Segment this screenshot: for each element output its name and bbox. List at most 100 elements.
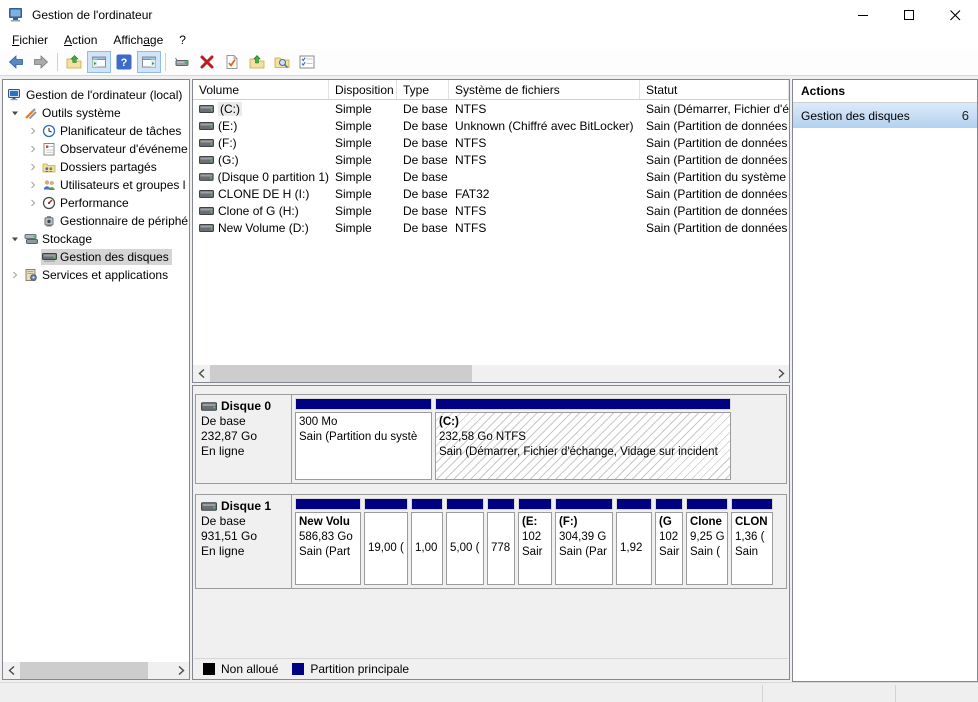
chevron-collapsed-icon[interactable] (25, 123, 41, 139)
tree-item-planificateur-de-taches[interactable]: Planificateur de tâches (3, 122, 189, 140)
volume-row-g[interactable]: (G:) Simple De base NTFS Sain (Partition… (193, 151, 789, 168)
scrollbar-thumb[interactable] (210, 365, 472, 382)
chevron-expanded-icon[interactable] (7, 231, 23, 247)
close-button[interactable] (932, 0, 978, 30)
toolbar-separator (165, 53, 166, 71)
partition-disk1-3[interactable]: 1,00 (411, 498, 443, 585)
partition-disk1-8[interactable]: 1,92 (616, 498, 652, 585)
actions-collapse-glyph[interactable]: 6 (962, 108, 969, 123)
scrollbar-thumb[interactable] (20, 662, 148, 679)
disk-1-name: Disque 1 (221, 499, 271, 514)
tree-item-services-et-applications[interactable]: Services et applications (3, 266, 189, 284)
partition-color-bar (295, 398, 432, 410)
actions-item-gestion-des-disques[interactable]: Gestion des disques 6 (793, 103, 977, 128)
drive-icon (199, 207, 214, 215)
disk-0-status: En ligne (201, 444, 291, 459)
console-tree-panel: Gestion de l'ordinateur (local) Outils s… (2, 79, 190, 680)
tree-item-gestionnaire-de-peripheriques[interactable]: Gestionnaire de périphé (3, 212, 189, 230)
column-header-type[interactable]: Type (397, 80, 449, 99)
menu-fichier[interactable]: Fichier (4, 31, 56, 49)
partition-disk1-f[interactable]: (F:)304,39 GSain (Par (555, 498, 613, 585)
scroll-right-icon[interactable] (172, 662, 189, 679)
partition-disk1-clone-h[interactable]: CLON1,36 (Sain (731, 498, 773, 585)
tree-item-dossiers-partages[interactable]: Dossiers partagés (3, 158, 189, 176)
export-list-icon[interactable] (62, 51, 86, 73)
chevron-collapsed-icon[interactable] (25, 141, 41, 157)
tree-horizontal-scrollbar[interactable] (3, 662, 189, 679)
performance-icon (41, 196, 57, 211)
tree-item-utilisateurs-et-groupes[interactable]: Utilisateurs et groupes l (3, 176, 189, 194)
volume-row-clone-of-g[interactable]: Clone of G (H:) Simple De base NTFS Sain… (193, 202, 789, 219)
volume-row-disque0-partition1[interactable]: (Disque 0 partition 1) Simple De base Sa… (193, 168, 789, 185)
drive-icon (199, 139, 214, 147)
event-viewer-icon (41, 142, 57, 157)
tree-item-computer-management-local[interactable]: Gestion de l'ordinateur (local) (3, 86, 189, 104)
menu-help[interactable]: ? (171, 31, 194, 49)
storage-icon (23, 232, 39, 247)
volume-row-f[interactable]: (F:) Simple De base NTFS Sain (Partition… (193, 134, 789, 151)
disk-0-descriptor[interactable]: Disque 0 De base 232,87 Go En ligne (196, 395, 292, 483)
column-header-systeme-de-fichiers[interactable]: Système de fichiers (449, 80, 640, 99)
up-folder-icon[interactable] (245, 51, 269, 73)
check-document-icon[interactable] (220, 51, 244, 73)
partition-disk0-c[interactable]: (C:) 232,58 Go NTFS Sain (Démarrer, Fich… (435, 398, 731, 480)
toolbar: ? (0, 49, 978, 76)
forward-arrow-icon[interactable] (29, 51, 53, 73)
legend: Non alloué Partition principale (194, 658, 788, 678)
column-header-volume[interactable]: Volume (193, 80, 329, 99)
show-action-pane-icon[interactable] (137, 51, 161, 73)
volume-row-c[interactable]: (C:) Simple De base NTFS Sain (Démarrer,… (193, 100, 789, 117)
tree-item-stockage[interactable]: Stockage (3, 230, 189, 248)
volume-row-e[interactable]: (E:) Simple De base Unknown (Chiffré ave… (193, 117, 789, 134)
services-icon (23, 268, 39, 283)
tree-item-outils-systeme[interactable]: Outils système (3, 104, 189, 122)
volume-row-clone-de-h[interactable]: CLONE DE H (I:) Simple De base FAT32 Sai… (193, 185, 789, 202)
partition-disk1-e[interactable]: (E:102Sair (518, 498, 552, 585)
minimize-button[interactable] (840, 0, 886, 30)
partition-disk1-4[interactable]: 5,00 ( (446, 498, 484, 585)
tree-item-performance[interactable]: Performance (3, 194, 189, 212)
chevron-expanded-icon[interactable] (7, 105, 23, 121)
help-icon[interactable]: ? (112, 51, 136, 73)
partition-disk1-5[interactable]: 778 (487, 498, 515, 585)
partition-disk1-clone[interactable]: Clone9,25 GSain ( (686, 498, 728, 585)
disk-0-name: Disque 0 (221, 399, 271, 414)
chevron-collapsed-icon[interactable] (25, 159, 41, 175)
drive-icon (199, 173, 214, 181)
disk-management-icon (41, 250, 57, 265)
search-folder-icon[interactable] (270, 51, 294, 73)
chevron-collapsed-icon[interactable] (25, 195, 41, 211)
partition-disk1-g[interactable]: (G102Sair (655, 498, 683, 585)
disk-0-row: Disque 0 De base 232,87 Go En ligne 300 … (195, 394, 787, 484)
bottom-strip (0, 682, 978, 702)
partition-disk1-new-volume[interactable]: New Volu586,83 GoSain (Part (295, 498, 361, 585)
menu-affichage[interactable]: Affichage (105, 31, 171, 49)
menu-action[interactable]: Action (56, 31, 105, 49)
actions-header: Actions (793, 80, 977, 103)
disk-icon (201, 502, 217, 511)
scroll-right-icon[interactable] (772, 365, 789, 382)
volume-list-horizontal-scrollbar[interactable] (193, 365, 789, 382)
task-scheduler-icon (41, 124, 57, 139)
scroll-left-icon[interactable] (193, 365, 210, 382)
checklist-icon[interactable] (295, 51, 319, 73)
volume-row-new-volume-d[interactable]: New Volume (D:) Simple De base NTFS Sain… (193, 219, 789, 236)
chevron-collapsed-icon[interactable] (25, 177, 41, 193)
column-header-disposition[interactable]: Disposition (329, 80, 397, 99)
partition-disk1-2[interactable]: 19,00 ( (364, 498, 408, 585)
disk-tool-icon[interactable] (170, 51, 194, 73)
delete-icon[interactable] (195, 51, 219, 73)
scroll-left-icon[interactable] (3, 662, 20, 679)
drive-icon (199, 105, 214, 113)
tree-arrow-placeholder (25, 213, 41, 229)
drive-icon (199, 156, 214, 164)
back-arrow-icon[interactable] (4, 51, 28, 73)
tree-item-gestion-des-disques[interactable]: Gestion des disques (3, 248, 189, 266)
chevron-collapsed-icon[interactable] (7, 267, 23, 283)
partition-disk0-system[interactable]: 300 Mo Sain (Partition du systè (295, 398, 432, 480)
tree-item-observateur-evenements[interactable]: Observateur d'événeme (3, 140, 189, 158)
show-console-tree-icon[interactable] (87, 51, 111, 73)
disk-1-descriptor[interactable]: Disque 1 De base 931,51 Go En ligne (196, 495, 292, 588)
maximize-button[interactable] (886, 0, 932, 30)
column-header-statut[interactable]: Statut (640, 80, 789, 99)
